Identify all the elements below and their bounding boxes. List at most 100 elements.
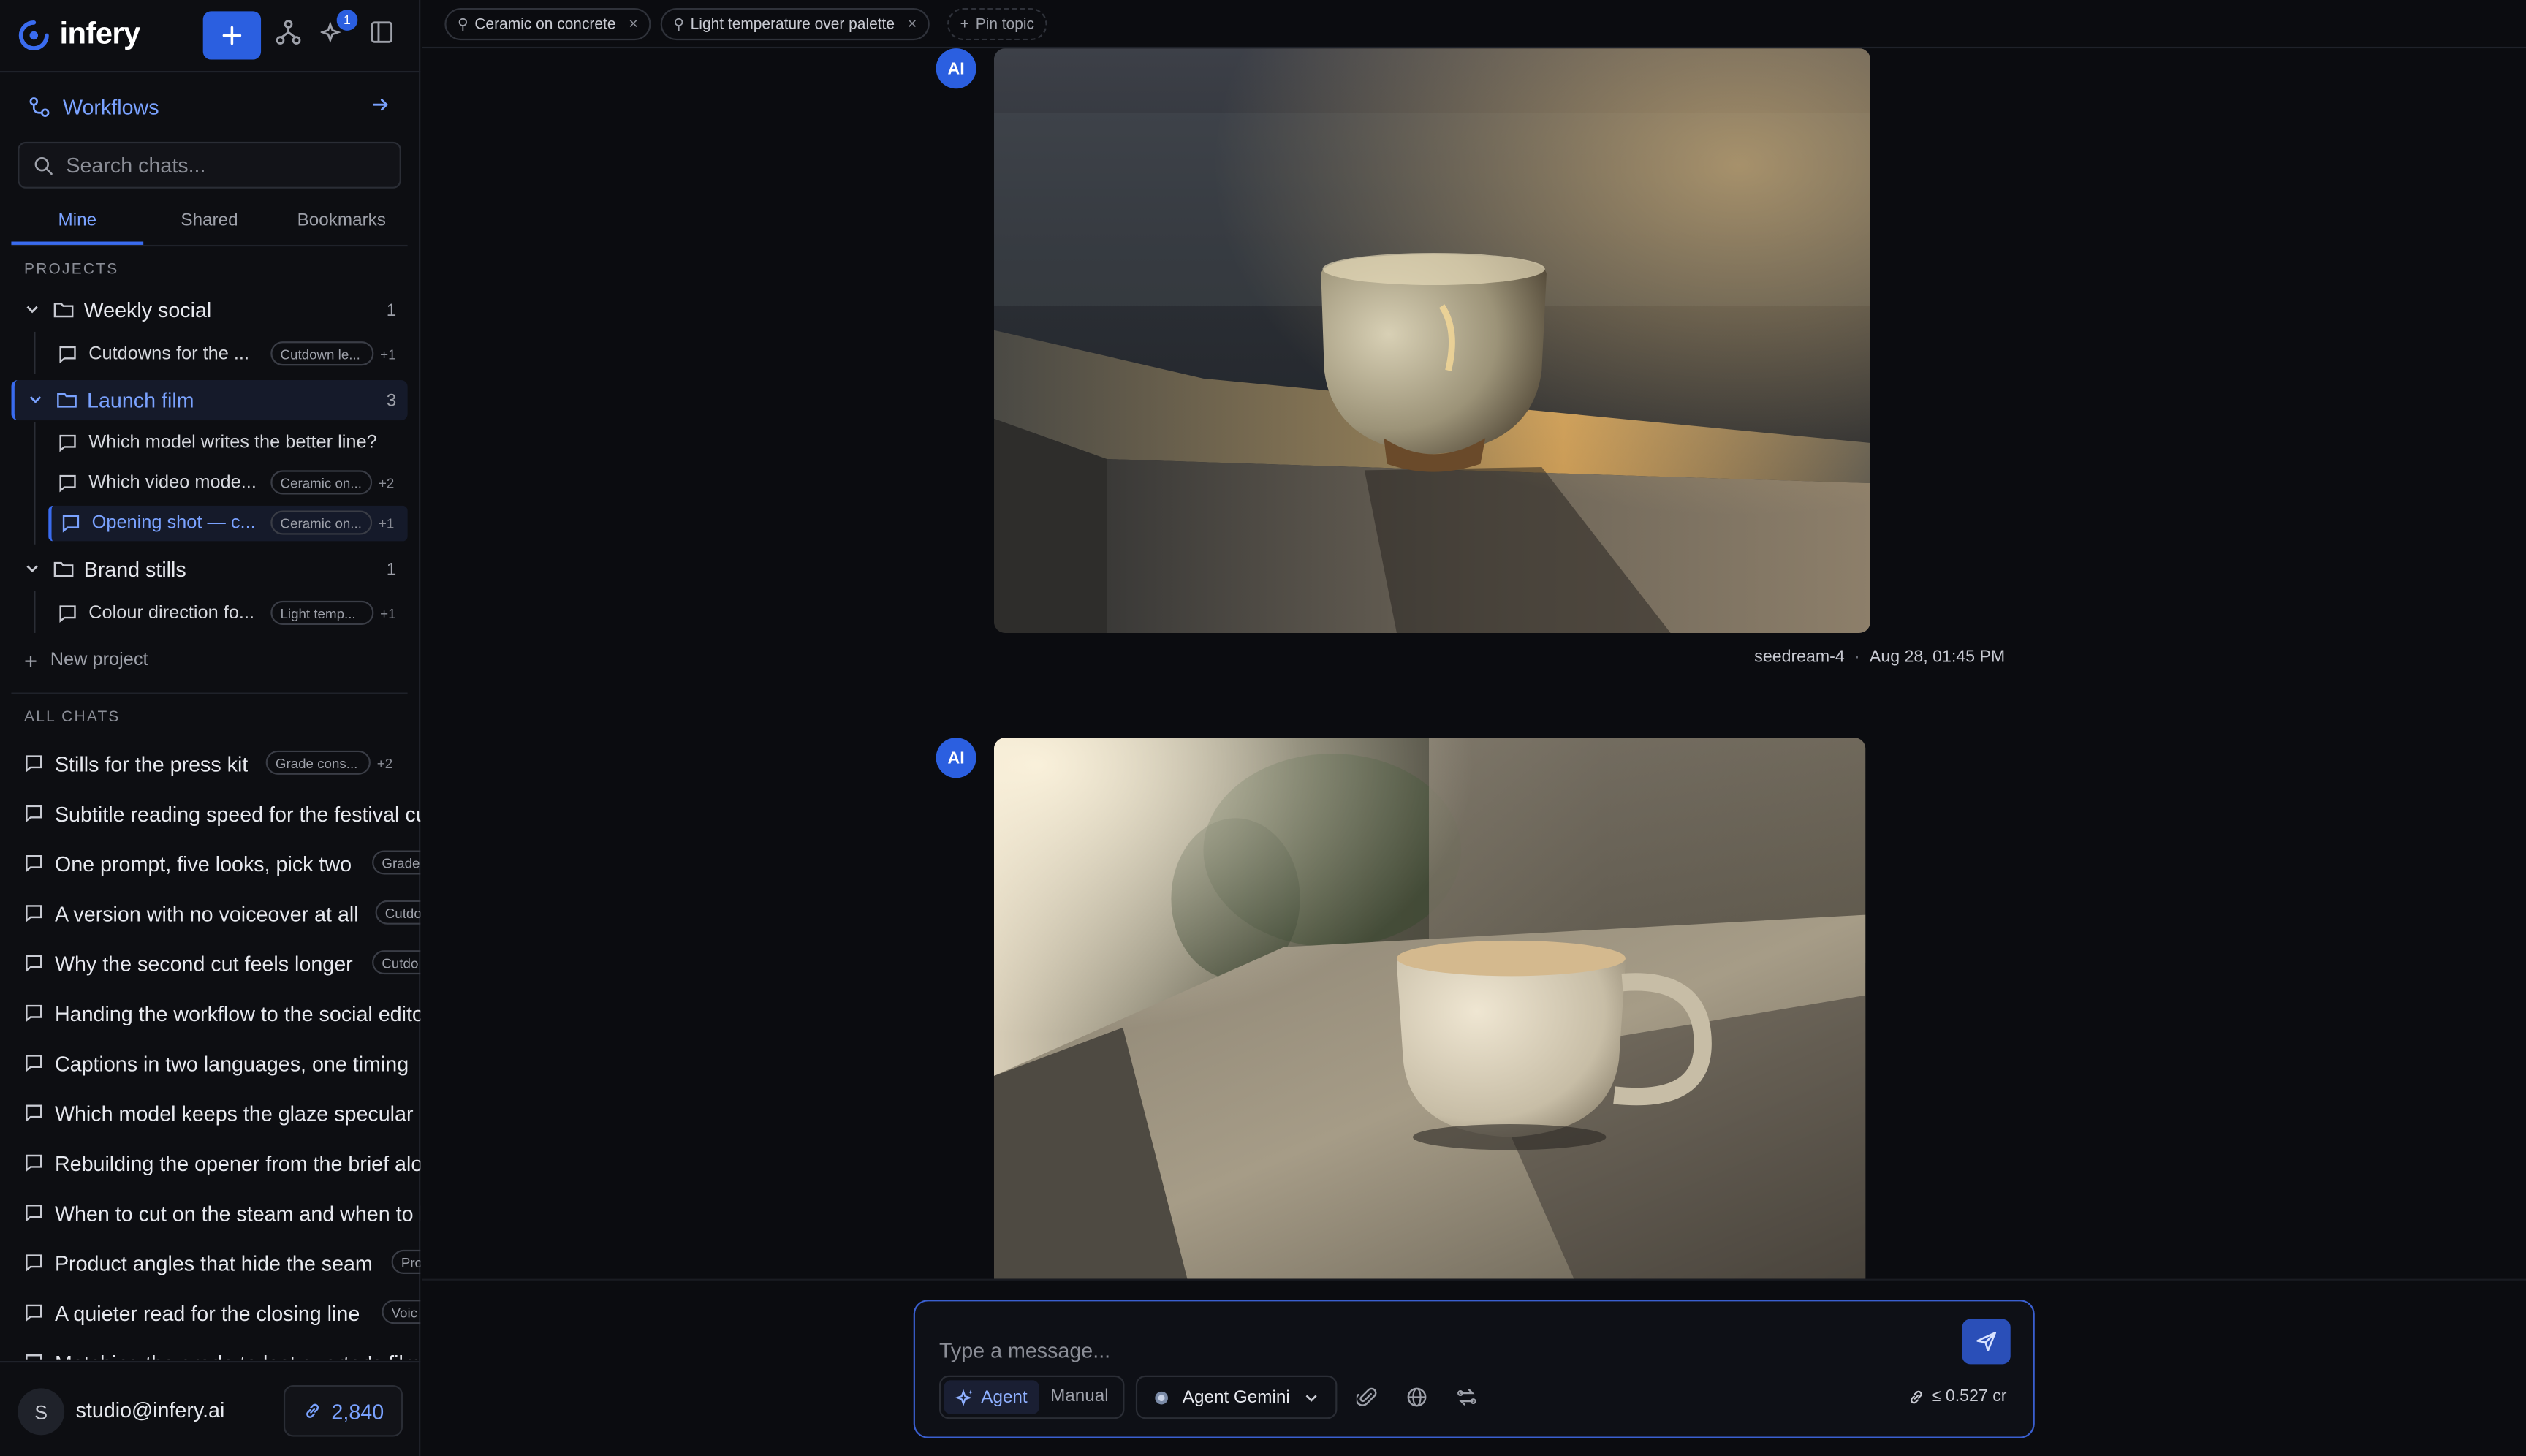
generated-image[interactable] [993,48,1870,633]
project-count: 3 [386,390,397,410]
pinned-topics-bar: ⚲ Ceramic on concrete × ⚲ Light temperat… [422,0,2526,49]
topic-tag: Light temp... [270,600,374,625]
divider [0,70,421,73]
tag-overflow-count: +1 [378,515,395,532]
chat-bubble-icon [62,515,80,533]
chat-bubble-icon [26,1205,42,1222]
project-chat-item[interactable]: Which video mode... Ceramic on... +2 [48,466,408,501]
close-icon[interactable]: × [908,15,917,33]
paperclip-icon[interactable] [1356,1387,1378,1408]
ai-avatar: AI [936,48,976,89]
message-input[interactable] [938,1338,1906,1363]
send-icon [1976,1332,1997,1351]
credits-button[interactable]: 2,840 [283,1385,403,1437]
tab-bookmarks[interactable]: Bookmarks [276,203,408,245]
new-chat-button[interactable] [202,11,262,60]
send-button[interactable] [1962,1319,2011,1365]
folder-icon [57,393,77,408]
plus-icon: + [960,15,969,34]
tab-shared[interactable]: Shared [143,203,276,245]
message-composer: Agent Manual Agent Gemini [913,1300,2035,1438]
chat-bubble-icon [26,1354,42,1360]
pinned-topic-chip[interactable]: ⚲ Light temperature over palette × [660,8,930,41]
pin-topic-button[interactable]: + Pin topic [947,8,1047,41]
tree-guide [34,422,36,545]
globe-icon[interactable] [1406,1387,1427,1408]
mode-manual-button[interactable]: Manual [1050,1387,1109,1406]
chat-title: Matching the grade to last quarter's fil… [55,1351,420,1360]
all-chats-list[interactable]: Stills for the press kit Grade cons... +… [0,741,421,1360]
topic-tag: Ceramic on... [270,470,373,495]
chevron-down-icon[interactable] [24,301,40,317]
project-chat-item[interactable]: Colour direction fo... Light temp... +1 [48,596,408,631]
chat-bubble-icon [26,955,42,973]
chat-title: Stills for the press kit [54,751,249,776]
image-ceramic-cup-on-stone [993,738,1866,1279]
workflows-label: Workflows [62,94,159,118]
chat-title: When to cut on the steam and when to hol… [54,1200,421,1225]
chat-title: Rebuilding the opener from the brief alo… [54,1150,421,1175]
workflows-link[interactable]: Workflows [29,92,400,121]
pin-label: Light temperature over palette [690,15,895,34]
timestamp: Aug 28, 01:45 PM [1869,647,2006,667]
composer-area: Agent Manual Agent Gemini [422,1278,2526,1456]
topic-tag: Pro [391,1249,421,1274]
new-project-button[interactable]: + New project [24,648,148,673]
mode-agent-label: Agent [981,1387,1028,1407]
model-chip-icon [1155,1390,1168,1404]
tree-guide [34,591,36,633]
mode-agent-button[interactable]: Agent [944,1380,1039,1414]
chevron-down-icon[interactable] [27,391,43,407]
infery-logo-icon [18,20,49,50]
link-icon [306,1403,319,1418]
model-name: seedream-4 [1754,647,1845,667]
project-brand-stills[interactable]: Brand stills 1 [11,549,407,589]
topic-tag: Cutdo [375,900,421,925]
avatar[interactable]: S [18,1388,65,1436]
chat-title: Product angles that hide the seam [54,1251,373,1275]
project-weekly-social[interactable]: Weekly social 1 [11,290,407,330]
project-name: Launch film [87,388,194,413]
cost-value: ≤ 0.527 cr [1931,1387,2007,1406]
tab-mine[interactable]: Mine [11,203,144,245]
model-name: Agent Gemini [1182,1387,1290,1407]
logo[interactable]: infery [18,18,140,53]
message-meta: seedream-4 · Aug 28, 01:45 PM [1754,648,2005,667]
mode-toggle: Agent Manual [938,1375,1125,1419]
generated-image[interactable] [993,738,1866,1279]
chat-title: Opening shot — c... [91,513,256,534]
image-ceramic-bowl-on-concrete [993,48,1870,633]
close-icon[interactable]: × [629,15,638,33]
chat-bubble-icon [26,1154,42,1172]
topic-tag: Grade [372,850,421,875]
model-selector[interactable]: Agent Gemini [1135,1375,1338,1419]
chat-bubble-icon [26,1304,42,1322]
project-chat-item[interactable]: Which model writes the better line? [48,425,408,460]
workflow-graph-icon[interactable] [276,19,301,45]
search-box[interactable] [18,141,401,189]
chevron-down-icon[interactable] [24,561,40,577]
chat-title: Subtitle reading speed for the festival … [54,801,421,826]
swap-icon[interactable] [1457,1387,1478,1408]
project-chat-item-active[interactable]: Opening shot — c... Ceramic on... +1 [48,505,408,542]
all-chats-heading: ALL CHATS [24,708,121,727]
collapse-sidebar-icon[interactable] [369,19,395,45]
chat-bubble-icon [26,1104,42,1123]
user-email[interactable]: studio@infery.ai [76,1398,225,1422]
tag-overflow-count: +2 [378,475,395,492]
pin-icon: ⚲ [457,15,469,31]
pin-icon: ⚲ [673,15,684,31]
search-input[interactable] [66,153,389,178]
project-count: 1 [386,559,397,580]
pinned-topic-chip[interactable]: ⚲ Ceramic on concrete × [444,8,651,41]
tree-guide [34,331,36,374]
chevron-down-icon [1305,1395,1317,1402]
topic-tag: Grade cons... [265,750,371,775]
credits-balance: 2,840 [331,1398,384,1423]
separator-dot: · [1854,647,1860,667]
chat-title: A version with no voiceover at all [54,900,359,925]
chat-title: Cutdowns for the ... [88,344,250,364]
project-name: Brand stills [83,557,186,582]
project-chat-item[interactable]: Cutdowns for the ... Cutdown le... +1 [48,337,408,372]
project-launch-film[interactable]: Launch film 3 [11,380,408,421]
